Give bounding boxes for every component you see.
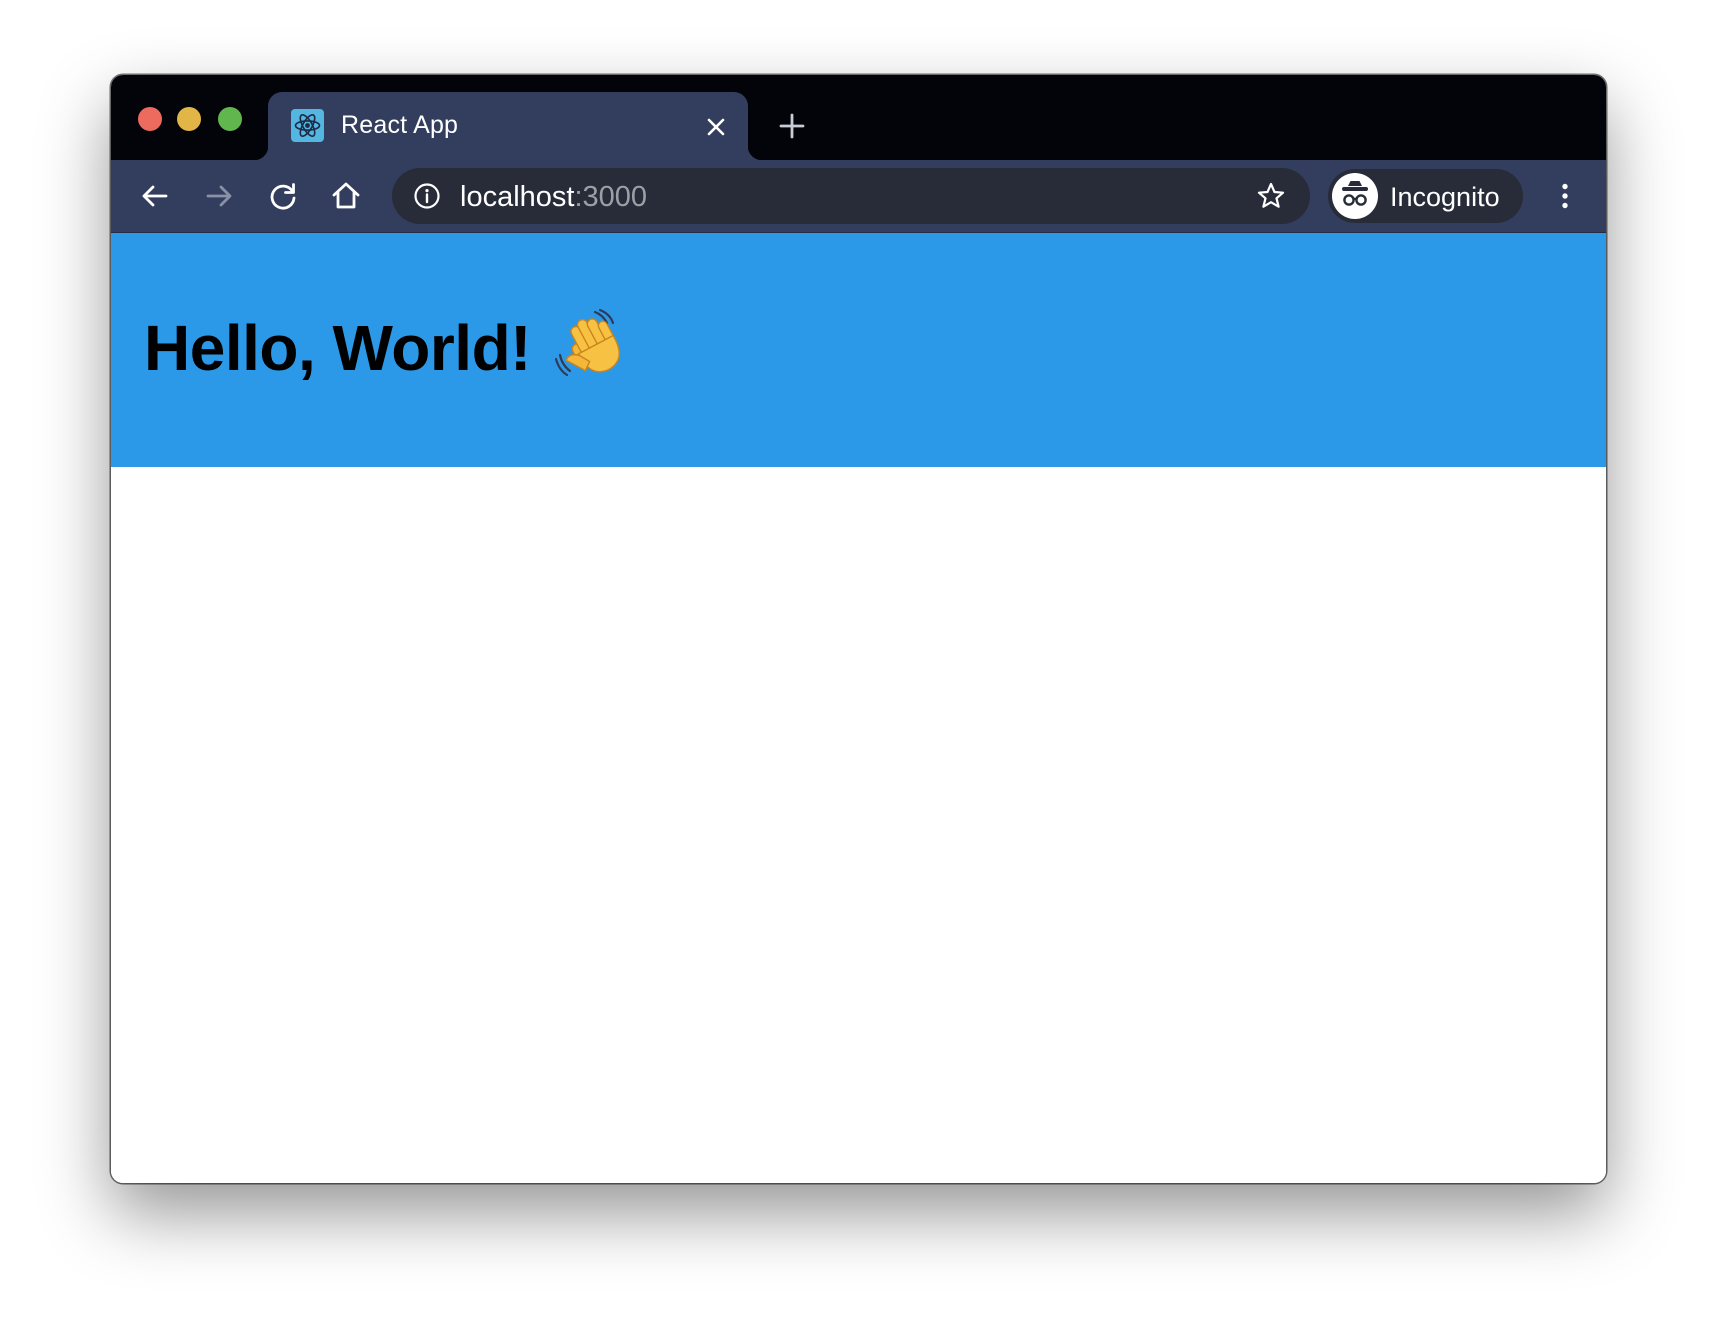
page-header: Hello, World! <box>111 233 1606 467</box>
url-text[interactable]: localhost:3000 <box>460 181 647 214</box>
url-host: localhost <box>460 181 575 213</box>
tab-title: React App <box>341 111 459 139</box>
address-bar[interactable]: localhost:3000 <box>392 168 1310 224</box>
tab-react-app[interactable]: React App <box>254 92 762 160</box>
close-icon[interactable] <box>705 116 727 138</box>
home-icon[interactable] <box>330 180 362 212</box>
plus-icon[interactable] <box>778 112 806 140</box>
react-logo-icon <box>291 109 324 142</box>
browser-toolbar: localhost:3000 Incognito <box>111 160 1606 233</box>
window-minimize-button[interactable] <box>177 107 201 131</box>
window-close-button[interactable] <box>138 107 162 131</box>
tab-strip: React App <box>111 75 1606 160</box>
profile-label: Incognito <box>1390 182 1500 212</box>
arrow-right-icon[interactable] <box>203 180 235 212</box>
url-port: :3000 <box>574 181 648 213</box>
waving-hand-icon <box>554 307 626 379</box>
arrow-left-icon[interactable] <box>139 180 171 212</box>
kebab-menu-icon[interactable] <box>1549 180 1581 212</box>
info-icon[interactable] <box>413 182 441 210</box>
incognito-profile-button[interactable]: Incognito <box>1328 169 1523 223</box>
reload-icon[interactable] <box>267 180 299 212</box>
page-viewport: Hello, World! <box>111 233 1606 1183</box>
browser-window: React App localhost:3000 Incognito Hello… <box>111 75 1606 1183</box>
window-zoom-button[interactable] <box>218 107 242 131</box>
star-icon[interactable] <box>1256 181 1286 211</box>
page-heading: Hello, World! <box>144 312 531 384</box>
incognito-icon <box>1332 173 1378 219</box>
